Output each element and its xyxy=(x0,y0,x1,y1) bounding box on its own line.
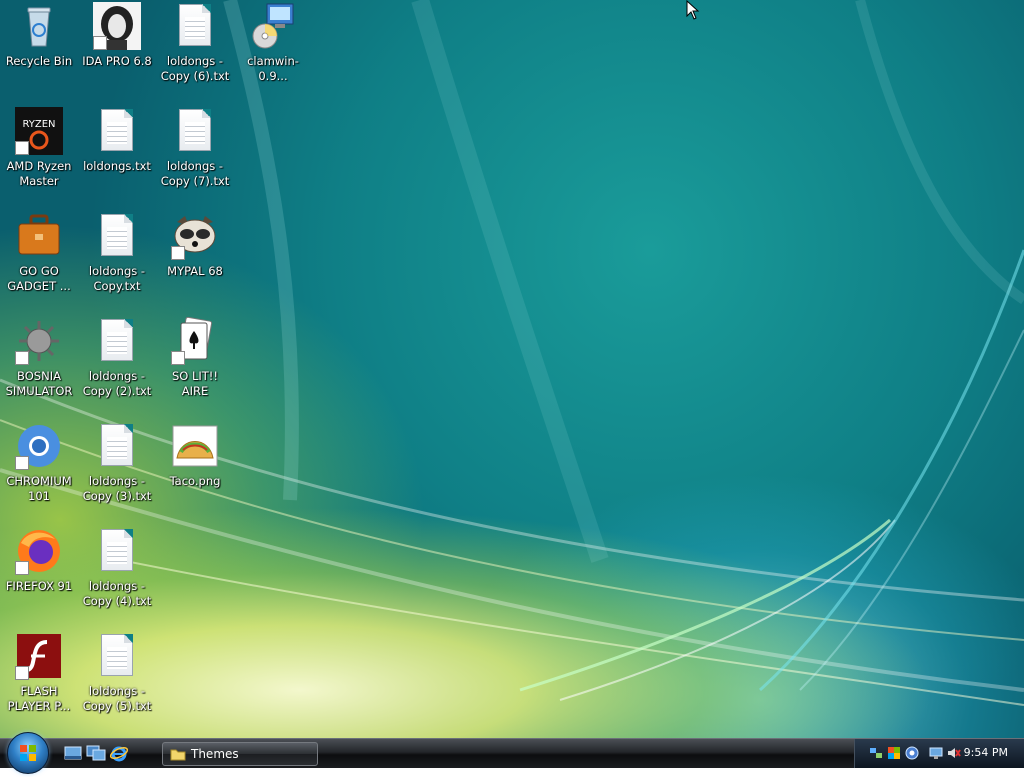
desktop-icon-recycle-bin[interactable]: Recycle Bin xyxy=(1,0,77,100)
quick-launch-switch-windows[interactable] xyxy=(86,744,106,762)
desktop-icon-clamwin[interactable]: clamwin-0.9... xyxy=(235,0,311,100)
clock[interactable]: 9:54 PM xyxy=(964,746,1008,759)
switch-windows-icon xyxy=(86,745,106,761)
svg-text:RYZEN: RYZEN xyxy=(22,119,55,130)
shortcut-arrow-icon xyxy=(171,351,185,365)
text-file-icon xyxy=(101,109,133,151)
desktop-icon-label: loldongs - Copy (2).txt xyxy=(82,369,152,398)
mouse-cursor-icon xyxy=(686,0,700,20)
shortcut-arrow-icon xyxy=(15,561,29,575)
windows-orb-icon xyxy=(20,745,36,761)
desktop-icon-label: CHROMIUM 101 xyxy=(6,474,72,503)
system-tray: 9:54 PM xyxy=(854,739,1024,768)
taco-image-icon xyxy=(172,425,218,467)
desktop-icon-amd-ryzen-master[interactable]: RYZEN AMD Ryzen Master xyxy=(1,105,77,205)
volume-muted-icon[interactable] xyxy=(947,746,961,760)
desktop-icon-ida-pro[interactable]: IDA PRO 6.8 xyxy=(79,0,155,100)
desktop-icon-go-go-gadget[interactable]: GO GO GADGET ... xyxy=(1,210,77,310)
desktop-icon-loldongs-copy-4[interactable]: loldongs - Copy (4).txt xyxy=(79,525,155,625)
taskbar-button-themes[interactable]: Themes xyxy=(162,742,318,766)
desktop-icon-loldongs-copy-7[interactable]: loldongs - Copy (7).txt xyxy=(157,105,233,205)
desktop-icon-label: BOSNIA SIMULATOR xyxy=(5,369,73,398)
show-desktop-icon xyxy=(64,746,82,760)
desktop[interactable]: Recycle Bin RYZEN AMD Ryzen Master GO GO… xyxy=(0,0,1024,738)
desktop-icon-label: loldongs.txt xyxy=(83,159,151,173)
internet-explorer-icon xyxy=(109,746,129,762)
desktop-icon-label: MYPAL 68 xyxy=(167,264,223,278)
desktop-icon-loldongs-txt[interactable]: loldongs.txt xyxy=(79,105,155,205)
installer-cd-icon xyxy=(252,3,294,49)
desktop-icon-label: SO LIT!! AIRE xyxy=(171,369,219,398)
taskbar: Themes 9:54 PM xyxy=(0,732,1024,774)
briefcase-icon xyxy=(18,214,60,255)
recycle-bin-icon xyxy=(27,7,51,47)
text-file-icon xyxy=(101,634,133,676)
taskbar-button-label: Themes xyxy=(191,747,239,761)
desktop-icon-label: FLASH PLAYER P... xyxy=(7,684,71,713)
desktop-icon-label: IDA PRO 6.8 xyxy=(82,54,152,68)
shortcut-arrow-icon xyxy=(15,456,29,470)
quick-launch-show-desktop[interactable] xyxy=(63,744,83,762)
text-file-icon xyxy=(179,4,211,46)
text-file-icon xyxy=(101,424,133,466)
desktop-icon-label: Taco.png xyxy=(169,474,221,488)
desktop-icon-label: loldongs - Copy (5).txt xyxy=(82,684,152,713)
security-icon[interactable] xyxy=(887,746,901,760)
text-file-icon xyxy=(179,109,211,151)
desktop-icon-label: FIREFOX 91 xyxy=(5,579,73,593)
desktop-icon-mypal-68[interactable]: MYPAL 68 xyxy=(157,210,233,310)
desktop-icon-loldongs-copy-5[interactable]: loldongs - Copy (5).txt xyxy=(79,630,155,730)
desktop-icon-label: loldongs - Copy (4).txt xyxy=(82,579,152,608)
desktop-icon-label: clamwin-0.9... xyxy=(247,54,299,83)
network-icon[interactable] xyxy=(869,746,883,760)
desktop-icon-loldongs-copy-6[interactable]: loldongs - Copy (6).txt xyxy=(157,0,233,100)
desktop-icon-taco-png[interactable]: Taco.png xyxy=(157,420,233,520)
shortcut-arrow-icon xyxy=(93,36,107,50)
desktop-icon-chromium-101[interactable]: CHROMIUM 101 xyxy=(1,420,77,520)
shortcut-arrow-icon xyxy=(15,666,29,680)
text-file-icon xyxy=(101,319,133,361)
desktop-icon-label: GO GO GADGET ... xyxy=(7,264,71,293)
desktop-icon-label: AMD Ryzen Master xyxy=(6,159,72,188)
update-icon[interactable] xyxy=(905,746,919,760)
quick-launch-internet-explorer[interactable] xyxy=(109,744,129,762)
shortcut-arrow-icon xyxy=(171,246,185,260)
desktop-icon-loldongs-copy[interactable]: loldongs - Copy.txt xyxy=(79,210,155,310)
desktop-icon-label: loldongs - Copy.txt xyxy=(88,264,146,293)
desktop-icon-label: loldongs - Copy (3).txt xyxy=(82,474,152,503)
text-file-icon xyxy=(101,529,133,571)
desktop-icon-firefox-91[interactable]: FIREFOX 91 xyxy=(1,525,77,625)
display-icon[interactable] xyxy=(929,746,943,760)
shortcut-arrow-icon xyxy=(15,141,29,155)
desktop-icon-solitaire[interactable]: SO LIT!! AIRE xyxy=(157,315,233,415)
desktop-icon-bosnia-simulator[interactable]: BOSNIA SIMULATOR xyxy=(1,315,77,415)
desktop-icon-flash-player[interactable]: FLASH PLAYER P... xyxy=(1,630,77,730)
folder-icon xyxy=(170,749,186,761)
desktop-icon-label: Recycle Bin xyxy=(5,54,73,68)
shortcut-arrow-icon xyxy=(15,351,29,365)
desktop-icon-label: loldongs - Copy (7).txt xyxy=(160,159,230,188)
desktop-icon-label: loldongs - Copy (6).txt xyxy=(160,54,230,83)
desktop-icon-loldongs-copy-2[interactable]: loldongs - Copy (2).txt xyxy=(79,315,155,415)
text-file-icon xyxy=(101,214,133,256)
desktop-icon-loldongs-copy-3[interactable]: loldongs - Copy (3).txt xyxy=(79,420,155,520)
